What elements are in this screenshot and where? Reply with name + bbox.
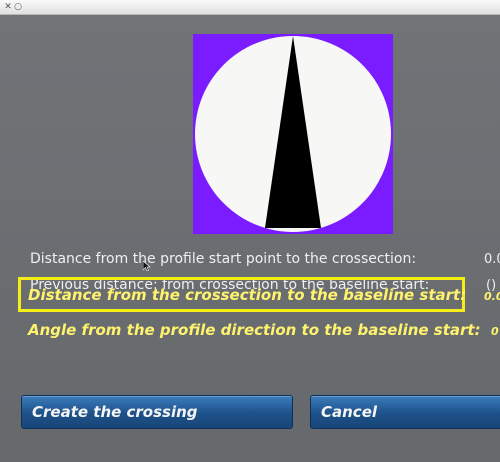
minimize-icon[interactable]: ○ [13, 2, 23, 12]
title-bar: ✕ ○ [0, 0, 500, 15]
profile-distance-value: 0.0 [484, 252, 500, 267]
close-icon[interactable]: ✕ [3, 2, 13, 12]
baseline-angle-label[interactable]: Angle from the profile direction to the … [28, 321, 481, 339]
baseline-distance-label[interactable]: Distance from the crossection to the bas… [28, 286, 466, 304]
compass-diagram [193, 34, 393, 234]
mouse-pointer-icon [143, 261, 151, 271]
profile-distance-label: Distance from the profile start point to… [30, 251, 417, 267]
cancel-button[interactable]: Cancel [310, 395, 500, 429]
baseline-angle-value[interactable]: 0 [491, 325, 499, 338]
baseline-distance-value[interactable]: 0.0 [484, 290, 500, 303]
create-crossing-button[interactable]: Create the crossing [21, 395, 293, 429]
